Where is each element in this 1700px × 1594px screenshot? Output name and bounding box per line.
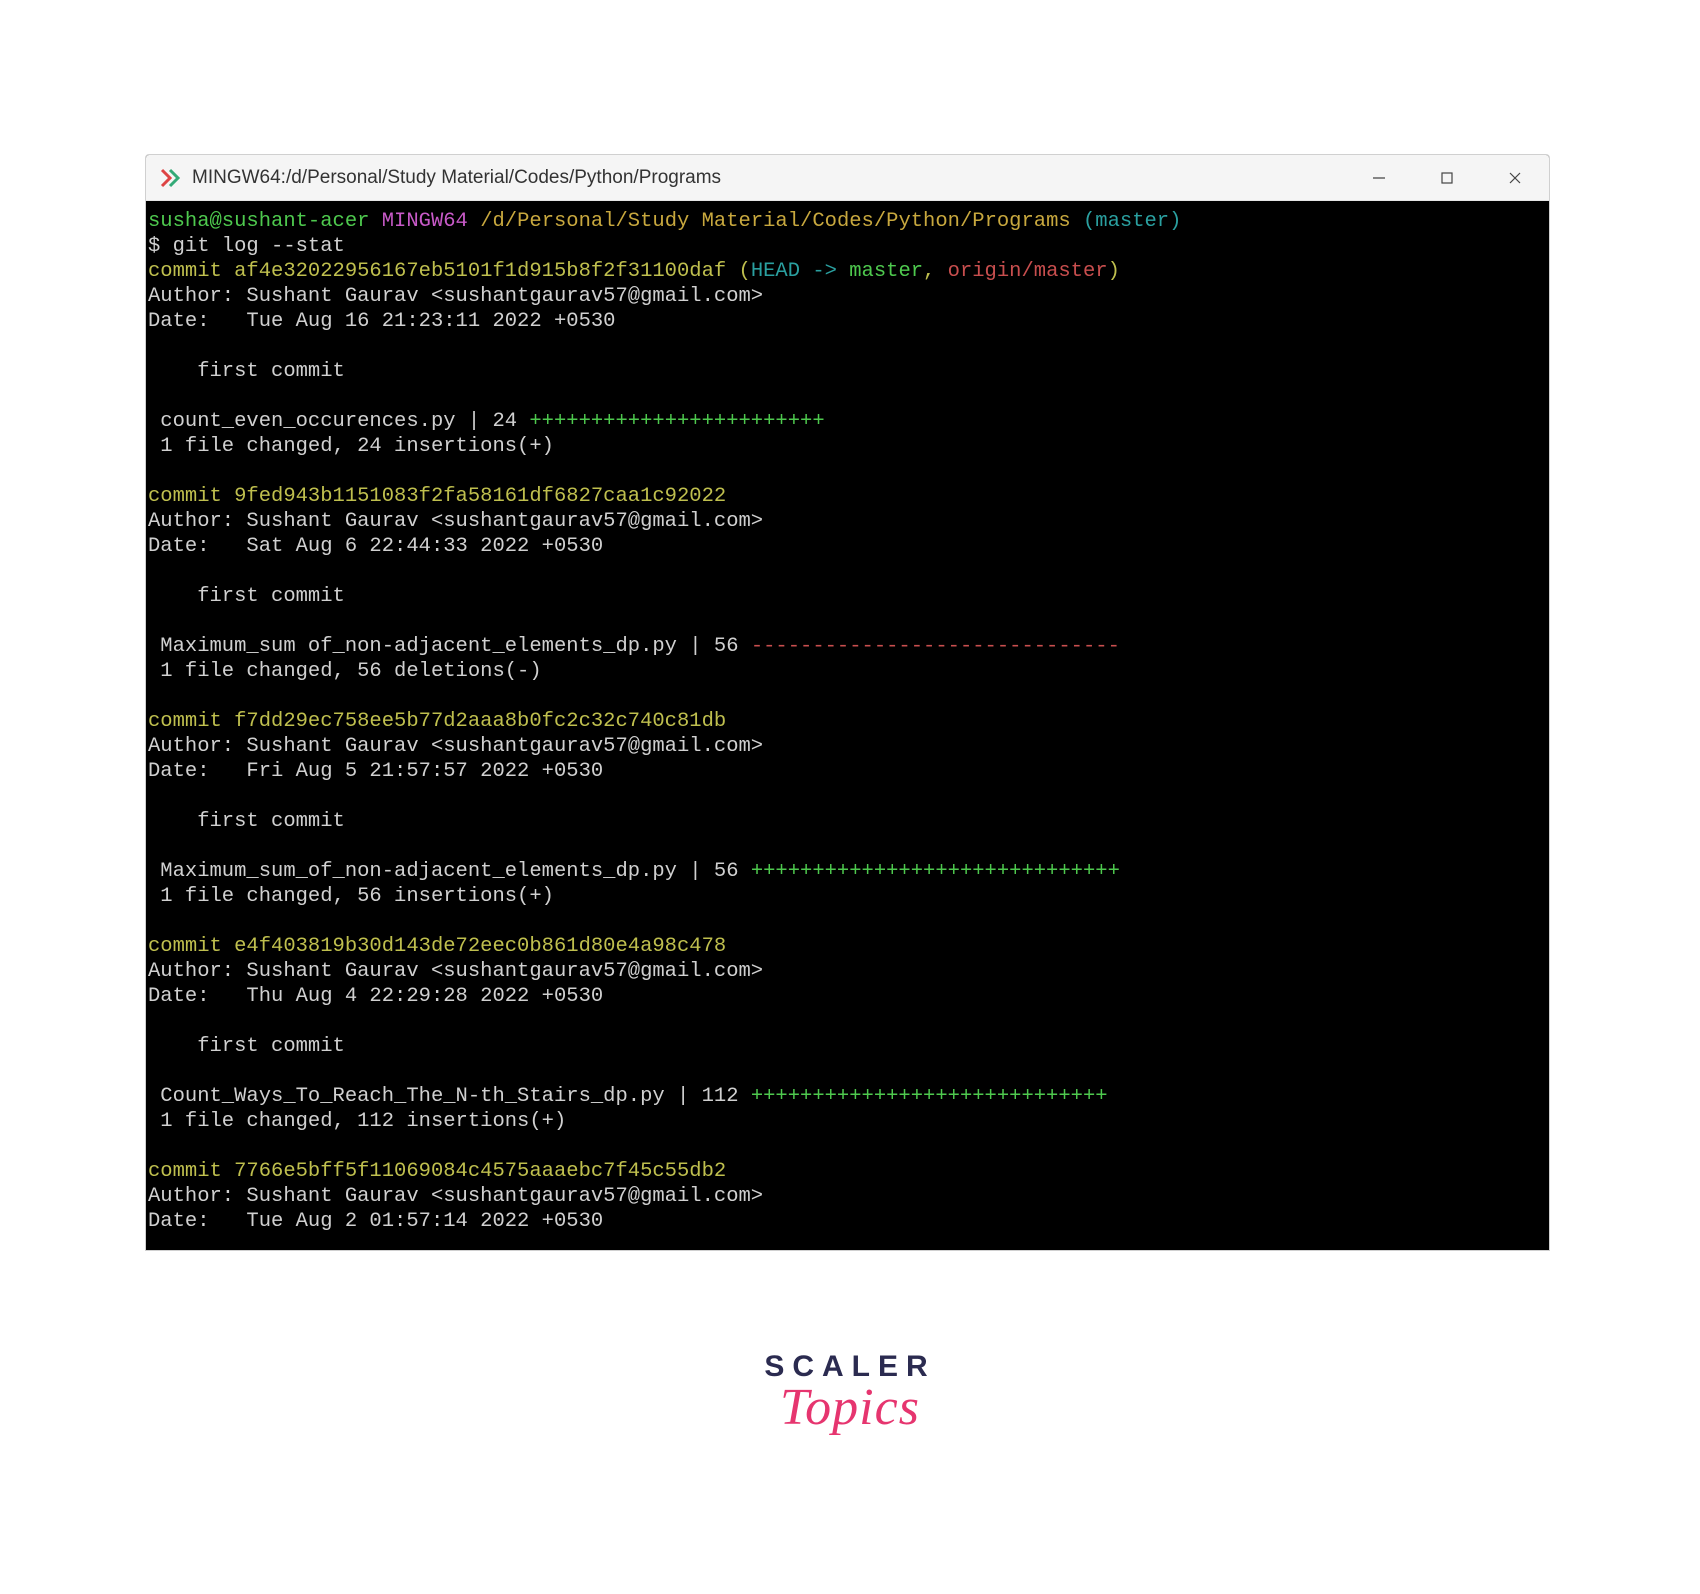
stat-file: Maximum_sum_of_non-adjacent_elements_dp.… — [148, 860, 751, 883]
terminal-output[interactable]: susha@sushant-acer MINGW64 /d/Personal/S… — [146, 201, 1549, 1250]
mintty-icon — [158, 166, 182, 190]
prompt-env: MINGW64 — [382, 210, 468, 233]
commit-date: Date: Thu Aug 4 22:29:28 2022 +0530 — [146, 984, 1549, 1009]
commit-hash: commit e4f403819b30d143de72eec0b861d80e4… — [146, 934, 1549, 959]
commit-author: Author: Sushant Gaurav <sushantgaurav57@… — [146, 1184, 1549, 1209]
stat-summary: 1 file changed, 56 insertions(+) — [146, 884, 1549, 909]
commit-hash: commit f7dd29ec758ee5b77d2aaa8b0fc2c32c7… — [146, 709, 1549, 734]
local-branch: master — [849, 260, 923, 283]
commit-message: first commit — [146, 359, 1549, 384]
commit-date: Date: Sat Aug 6 22:44:33 2022 +0530 — [146, 534, 1549, 559]
stat-insertions: +++++++++++++++++++++++++++++ — [751, 1085, 1108, 1108]
titlebar: MINGW64:/d/Personal/Study Material/Codes… — [146, 155, 1549, 201]
head-ref: HEAD -> — [751, 260, 849, 283]
commit-message: first commit — [146, 1034, 1549, 1059]
commit-message: first commit — [146, 584, 1549, 609]
terminal-window: MINGW64:/d/Personal/Study Material/Codes… — [145, 154, 1550, 1251]
window-controls — [1365, 164, 1529, 192]
commit-hash: commit af4e32022956167eb5101f1d915b8f2f3… — [148, 260, 726, 283]
stat-file: count_even_occurences.py | 24 — [148, 410, 529, 433]
stat-insertions: ++++++++++++++++++++++++++++++ — [751, 860, 1120, 883]
prompt-branch: (master) — [1083, 210, 1181, 233]
close-button[interactable] — [1501, 164, 1529, 192]
logo-line2: Topics — [0, 1378, 1700, 1437]
stat-file: Maximum_sum of_non-adjacent_elements_dp.… — [148, 635, 751, 658]
stat-summary: 1 file changed, 24 insertions(+) — [146, 434, 1549, 459]
stat-summary: 1 file changed, 56 deletions(-) — [146, 659, 1549, 684]
stat-summary: 1 file changed, 112 insertions(+) — [146, 1109, 1549, 1134]
maximize-button[interactable] — [1433, 164, 1461, 192]
commit-author: Author: Sushant Gaurav <sushantgaurav57@… — [146, 734, 1549, 759]
minimize-button[interactable] — [1365, 164, 1393, 192]
watermark-logo: SCALER Topics — [0, 1350, 1700, 1437]
stat-insertions: ++++++++++++++++++++++++ — [529, 410, 824, 433]
stat-file: Count_Ways_To_Reach_The_N-th_Stairs_dp.p… — [148, 1085, 751, 1108]
commit-date: Date: Tue Aug 16 21:23:11 2022 +0530 — [146, 309, 1549, 334]
window-title: MINGW64:/d/Personal/Study Material/Codes… — [192, 167, 1365, 189]
stat-deletions: ------------------------------ — [751, 635, 1120, 658]
remote-branch: origin/master — [948, 260, 1108, 283]
prompt-user: susha@sushant-acer — [148, 210, 369, 233]
commit-hash: commit 7766e5bff5f11069084c4575aaaebc7f4… — [146, 1159, 1549, 1184]
prompt-path: /d/Personal/Study Material/Codes/Python/… — [480, 210, 1071, 233]
commit-date: Date: Fri Aug 5 21:57:57 2022 +0530 — [146, 759, 1549, 784]
commit-message: first commit — [146, 809, 1549, 834]
commit-author: Author: Sushant Gaurav <sushantgaurav57@… — [146, 284, 1549, 309]
commit-hash: commit 9fed943b1151083f2fa58161df6827caa… — [146, 484, 1549, 509]
commit-author: Author: Sushant Gaurav <sushantgaurav57@… — [146, 509, 1549, 534]
command-line: $ git log --stat — [146, 234, 1549, 259]
commit-author: Author: Sushant Gaurav <sushantgaurav57@… — [146, 959, 1549, 984]
commit-date: Date: Tue Aug 2 01:57:14 2022 +0530 — [146, 1209, 1549, 1234]
